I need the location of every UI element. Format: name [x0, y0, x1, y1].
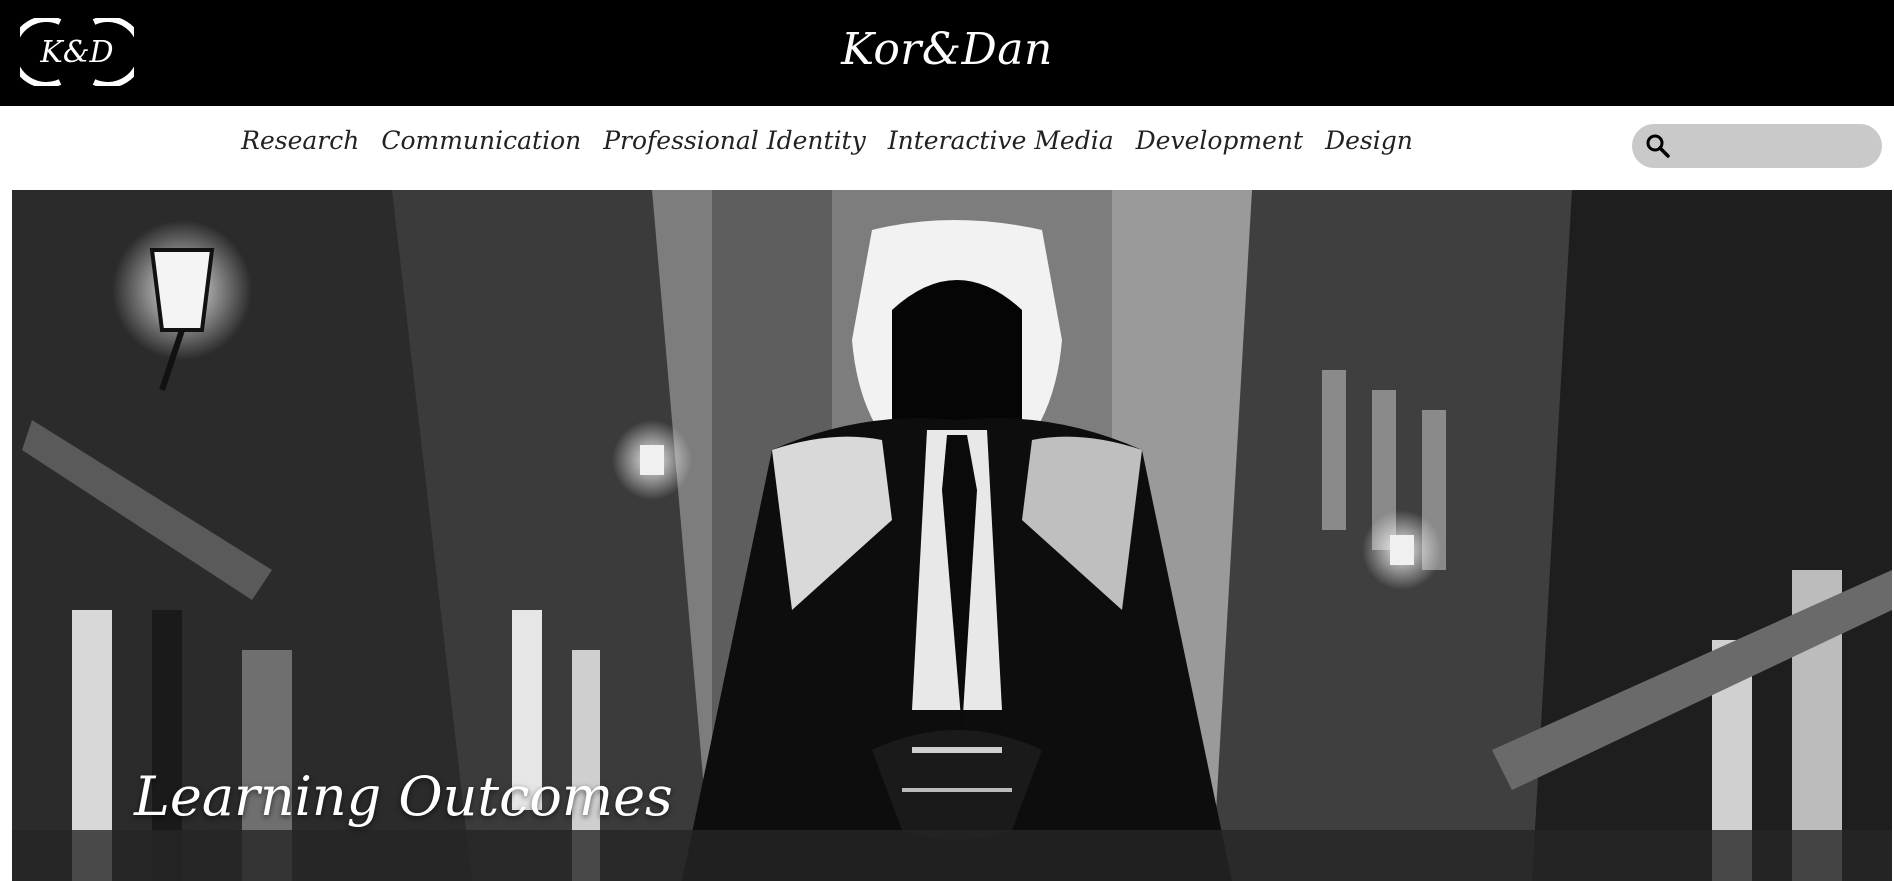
nav-item-development[interactable]: Development: [1136, 126, 1303, 155]
nav-item-professional-identity[interactable]: Professional Identity: [603, 126, 866, 155]
nav-item-research[interactable]: Research: [241, 126, 359, 155]
search-icon[interactable]: [1644, 132, 1672, 160]
site-title[interactable]: Kor&Dan: [0, 24, 1894, 75]
nav-item-communication[interactable]: Communication: [381, 126, 581, 155]
hero-title: Learning Outcomes: [134, 765, 673, 828]
nav-menu: Research Communication Professional Iden…: [0, 126, 1894, 155]
nav-item-interactive-media[interactable]: Interactive Media: [888, 126, 1114, 155]
search-input[interactable]: [1678, 125, 1894, 167]
hero-banner: Learning Outcomes: [12, 190, 1892, 881]
site-header: K&D Kor&Dan: [0, 0, 1894, 106]
main-navigation: Research Communication Professional Iden…: [0, 106, 1894, 190]
search-box[interactable]: [1632, 124, 1894, 168]
nav-item-design[interactable]: Design: [1325, 126, 1413, 155]
